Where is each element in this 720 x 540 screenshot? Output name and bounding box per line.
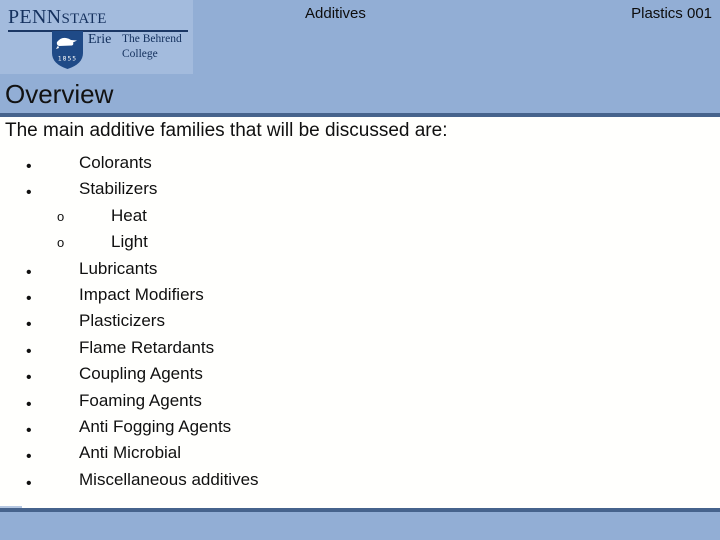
bullet-dot-icon: • — [26, 184, 32, 202]
bullet-dot-icon: • — [26, 289, 32, 307]
bullet-dot-icon: • — [26, 263, 32, 281]
list-item: • Miscellaneous additives — [0, 469, 720, 495]
list-item-label: Colorants — [79, 153, 152, 172]
list-item-label: Plasticizers — [79, 311, 165, 331]
list-item-label: Coupling Agents — [79, 364, 203, 384]
list-item: • Anti Fogging Agents — [0, 416, 720, 442]
list-item: • Plasticizers — [0, 310, 720, 336]
logo-campus-name: Erie — [88, 32, 112, 47]
list-item-label: Flame Retardants — [79, 337, 215, 357]
bullet-dot-icon: • — [26, 421, 32, 439]
course-label: Plastics 001 — [631, 5, 712, 22]
list-item: • Coupling Agents — [0, 363, 720, 389]
page-title: Overview — [5, 79, 114, 109]
list-item-label: Heat — [111, 205, 147, 225]
list-item: • Impact Modifiers — [0, 284, 720, 310]
wordmark-state: STATE — [61, 11, 107, 27]
list-item: • Lubricants — [0, 258, 720, 284]
list-item: • Colorants — [0, 152, 720, 178]
list-item-label: Impact Modifiers — [79, 284, 204, 304]
penn-state-wordmark: PENNSTATE — [8, 7, 107, 27]
logo-college-name: The Behrend College — [122, 32, 182, 61]
list-item-label: Foaming Agents — [79, 390, 202, 410]
list-item: • Anti Microbial — [0, 442, 720, 468]
svg-text:1855: 1855 — [58, 56, 77, 63]
list-item: • Stabilizers — [0, 178, 720, 204]
list-item-label: Miscellaneous additives — [79, 469, 259, 489]
bullet-dot-icon: • — [26, 395, 32, 413]
header-divider-rule — [0, 113, 720, 117]
slide-canvas: PENNSTATE 1855 Erie The Behrend College A… — [0, 0, 720, 540]
bullet-dot-icon: • — [26, 316, 32, 334]
lead-paragraph: The main additive families that will be … — [5, 120, 448, 141]
bullet-dot-icon: • — [26, 448, 32, 466]
penn-state-lion-shield-icon: 1855 — [52, 31, 83, 69]
list-item-label: Lubricants — [79, 258, 158, 278]
additive-families-list: • Colorants • Stabilizers o Heat o Light • Lubric… — [0, 152, 720, 495]
penn-state-behrend-logo: PENNSTATE 1855 Erie The Behrend College — [0, 0, 193, 74]
bullet-circle-icon: o — [57, 235, 65, 251]
list-item-label: Stabilizers — [79, 179, 158, 199]
list-item-label: Light — [111, 232, 148, 252]
logo-college-line1: The Behrend — [122, 33, 182, 45]
list-item-label: Anti Fogging Agents — [79, 416, 232, 436]
bullet-dot-icon: • — [26, 369, 32, 387]
wordmark-penn: PENN — [8, 6, 62, 28]
bullet-dot-icon: • — [26, 474, 32, 492]
footer-band — [0, 512, 720, 540]
list-item: o Light — [0, 231, 720, 257]
logo-college-line2: College — [122, 47, 158, 60]
list-item-label: Anti Microbial — [79, 443, 182, 463]
presentation-subject: Additives — [305, 5, 366, 22]
bullet-circle-icon: o — [57, 208, 65, 224]
bullet-dot-icon: • — [26, 342, 32, 360]
bullet-dot-icon: • — [26, 158, 32, 175]
list-item: • Foaming Agents — [0, 390, 720, 416]
list-item: o Heat — [0, 205, 720, 231]
list-item: • Flame Retardants — [0, 337, 720, 363]
